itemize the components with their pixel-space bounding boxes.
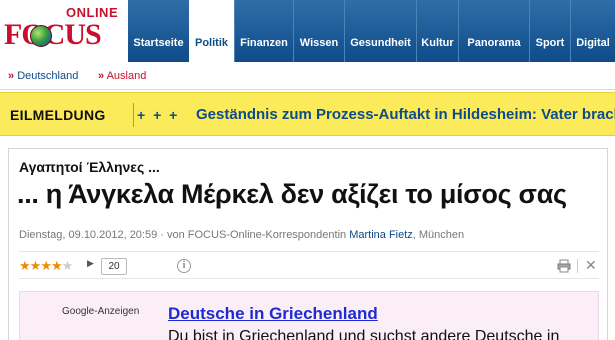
- breaking-news-plus: + + +: [137, 107, 180, 123]
- comment-count-badge[interactable]: 20: [101, 258, 127, 275]
- article-kicker: Αγαπητοί Έλληνες ...: [19, 159, 160, 175]
- nav-item-panorama[interactable]: Panorama: [458, 0, 529, 62]
- author-link[interactable]: Martina Fietz: [349, 229, 413, 241]
- breadcrumb-label: Deutschland: [17, 70, 79, 82]
- star-icon: ★: [50, 258, 63, 273]
- close-icon[interactable]: ✕: [585, 257, 597, 274]
- nav-item-gesundheit[interactable]: Gesundheit: [344, 0, 416, 62]
- breadcrumb-label: Ausland: [106, 70, 147, 82]
- star-rating[interactable]: ★★★★★: [19, 258, 74, 274]
- nav-item-sport[interactable]: Sport: [529, 0, 570, 62]
- nav-item-digital[interactable]: Digital: [570, 0, 615, 62]
- nav-item-finanzen[interactable]: Finanzen: [234, 0, 293, 62]
- globe-icon: [30, 25, 52, 47]
- logo-focus-text: FOCUS: [4, 18, 102, 51]
- breaking-news-label: EILMELDUNG: [10, 93, 134, 137]
- article-date-byline: Dienstag, 09.10.2012, 20:59 · von FOCUS-…: [19, 229, 350, 241]
- google-ad-box: Google-Anzeigen Deutsche in Griechenland…: [19, 291, 599, 340]
- nav-item-politik[interactable]: Politik: [189, 0, 234, 62]
- nav-item-startseite[interactable]: Startseite: [128, 0, 189, 62]
- ad-title-link[interactable]: Deutsche in Griechenland: [168, 304, 378, 324]
- star-icon: ★: [40, 258, 52, 273]
- ad-description: Du bist in Griechenland und suchst ander…: [168, 328, 560, 340]
- print-icon[interactable]: [557, 259, 571, 273]
- breadcrumb-arrow: »: [8, 70, 15, 82]
- breaking-news-headline[interactable]: Geständnis zum Prozess-Auftakt in Hildes…: [196, 93, 615, 137]
- nav-item-wissen[interactable]: Wissen: [293, 0, 344, 62]
- article-location: , München: [412, 229, 465, 241]
- article-headline: ... η Άνγκελα Μέρκελ δεν αξίζει το μίσος…: [17, 179, 567, 209]
- star-icon: ★: [29, 258, 42, 273]
- article-toolbar: ★★★★★ ▶ 20 i ✕: [19, 251, 599, 279]
- breadcrumb: » Deutschland » Ausland: [0, 62, 615, 90]
- breadcrumb-arrow: »: [98, 70, 105, 82]
- star-icon: ★: [19, 258, 31, 273]
- focus-online-logo[interactable]: ONLINE FOCUS: [0, 0, 128, 62]
- ad-label: Google-Anzeigen: [62, 306, 140, 317]
- toolbar-divider: [577, 259, 578, 273]
- breaking-news-bar[interactable]: EILMELDUNG + + + Geständnis zum Prozess-…: [0, 92, 615, 136]
- info-icon[interactable]: i: [177, 259, 191, 273]
- article-meta: Dienstag, 09.10.2012, 20:59 · von FOCUS-…: [19, 229, 464, 241]
- star-icon: ★: [61, 258, 74, 273]
- main-navigation: Startseite Politik Finanzen Wissen Gesun…: [128, 0, 615, 62]
- site-header: ONLINE FOCUS Startseite Politik Finanzen…: [0, 0, 615, 62]
- chevron-right-icon: ▶: [87, 258, 94, 268]
- breadcrumb-item-ausland[interactable]: » Ausland: [98, 70, 146, 82]
- nav-item-kultur[interactable]: Kultur: [416, 0, 458, 62]
- article-teaser: Αγαπητοί Έλληνες ... ... η Άνγκελα Μέρκε…: [8, 148, 608, 340]
- breadcrumb-item-deutschland[interactable]: » Deutschland: [8, 70, 78, 82]
